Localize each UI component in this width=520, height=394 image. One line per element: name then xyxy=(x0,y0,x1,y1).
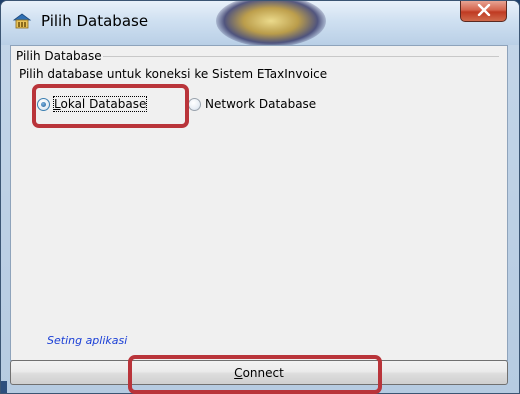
radio-lokal-database[interactable]: Lokal Database xyxy=(37,96,148,112)
radio-label-lokal[interactable]: Lokal Database xyxy=(52,96,148,112)
group-box-border xyxy=(71,56,499,57)
window-title: Pilih Database xyxy=(41,12,149,30)
group-box-label: Pilih Database xyxy=(15,49,103,63)
title-bar[interactable]: Pilih Database xyxy=(1,1,519,47)
settings-link[interactable]: Seting aplikasi xyxy=(47,334,127,347)
radio-label-network[interactable]: Network Database xyxy=(205,97,316,111)
window-corner-accent xyxy=(1,381,7,393)
dialog-content: Pilih Database Pilih database untuk kone… xyxy=(10,45,508,361)
close-icon xyxy=(477,3,491,19)
connect-button-label: Connect xyxy=(234,365,284,380)
radio-button-checked[interactable] xyxy=(37,97,50,111)
close-button[interactable] xyxy=(460,1,507,22)
connect-button[interactable]: Connect xyxy=(10,360,508,385)
title-bar-logo-glow xyxy=(216,1,326,47)
radio-network-database[interactable]: Network Database xyxy=(188,97,316,111)
radio-button-unchecked[interactable] xyxy=(188,97,201,111)
database-app-icon xyxy=(12,11,32,31)
dialog-window: Pilih Database Pilih Database Pilih data… xyxy=(0,0,520,394)
instruction-text: Pilih database untuk koneksi ke Sistem E… xyxy=(19,67,328,81)
radio-selected-dot xyxy=(41,101,46,107)
